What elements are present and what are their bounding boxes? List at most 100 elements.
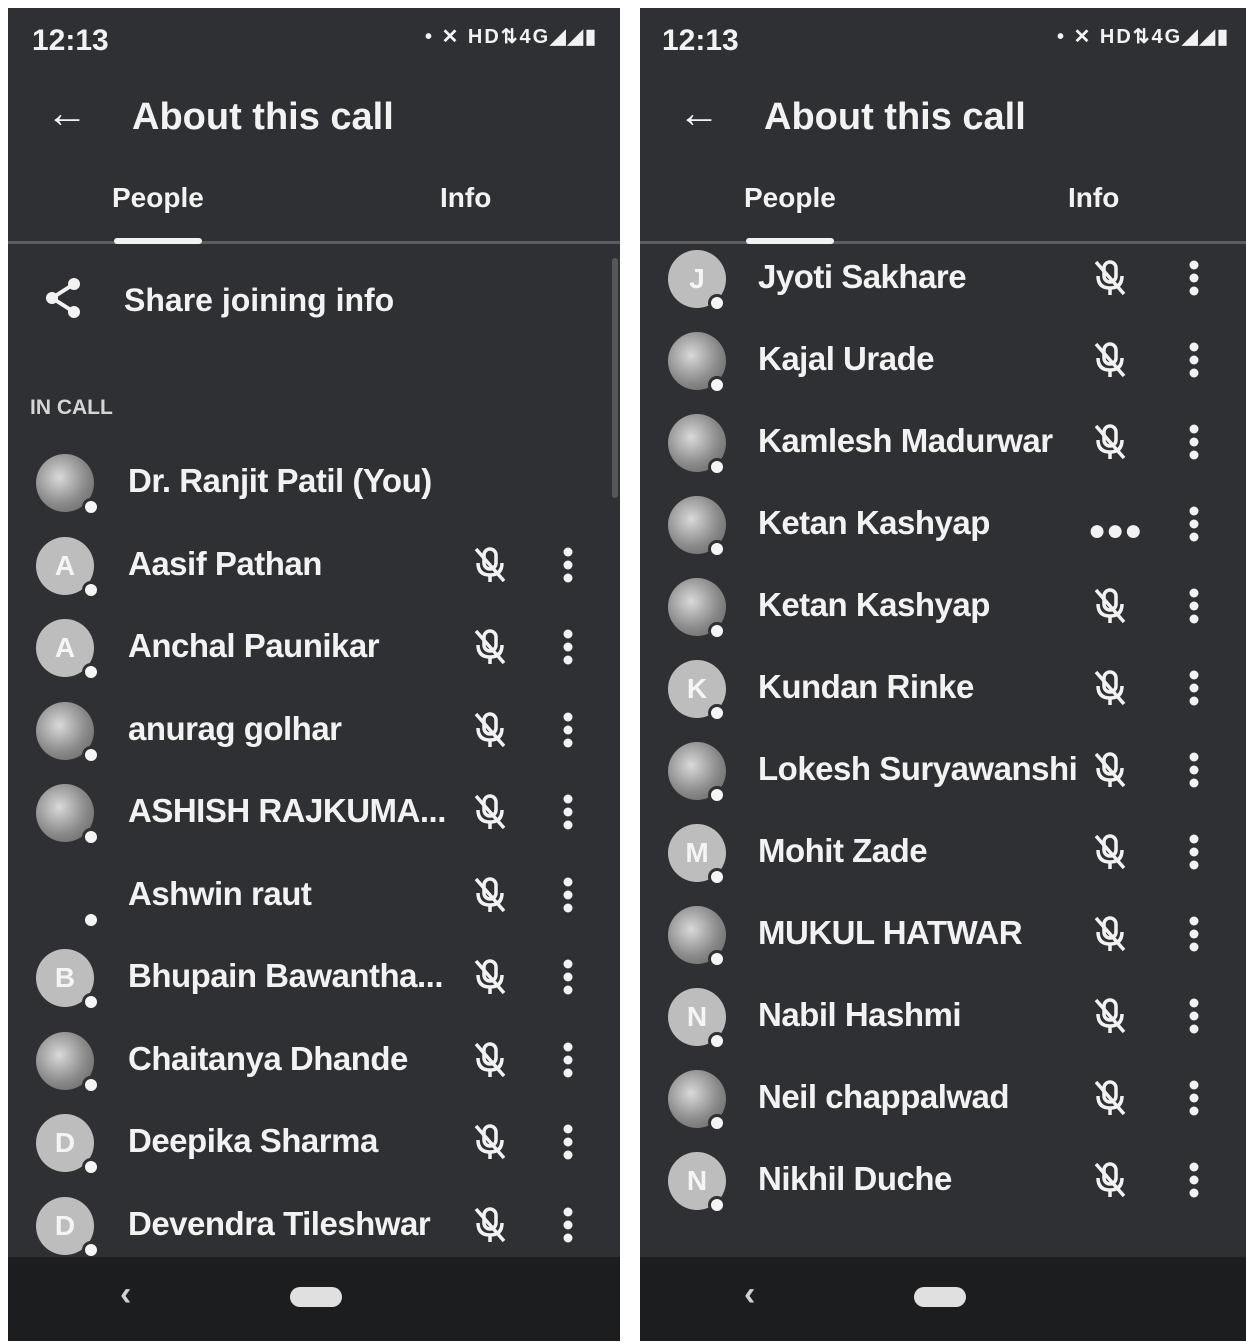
participant-row[interactable]: K Kundan Rinke [640,654,1246,724]
participant-name: Kajal Urade [758,340,935,377]
more-options-icon[interactable] [560,957,576,997]
more-options-icon[interactable] [1186,586,1202,626]
more-options-icon[interactable] [1186,422,1202,462]
participant-row[interactable]: J Jyoti Sakhare [640,244,1246,314]
more-options-icon[interactable] [1186,258,1202,298]
more-options-icon[interactable] [1186,996,1202,1036]
participant-row[interactable]: MUKUL HATWAR [640,900,1246,970]
more-options-icon[interactable] [1186,750,1202,790]
participant-row[interactable]: D Deepika Sharma [8,1108,620,1178]
presence-dot [82,828,100,846]
page-title: About this call [764,96,1026,138]
tab-people[interactable]: People [112,182,204,214]
page-title: About this call [132,96,394,138]
more-options-icon[interactable] [1186,1078,1202,1118]
status-bar: 12:13 • ✕ HD⇅4G◢◢▮ [8,8,620,72]
mic-off-icon [474,876,506,912]
status-time: 12:13 [32,24,109,57]
participant-row[interactable]: N Nikhil Duche [640,1146,1246,1216]
participant-row[interactable]: Neil chappalwad [640,1064,1246,1134]
presence-dot [708,376,726,394]
system-nav-bar: ‹ [640,1257,1246,1341]
participant-row[interactable]: N Nabil Hashmi [640,982,1246,1052]
presence-dot [708,1196,726,1214]
mic-off-icon [1094,424,1126,460]
phone-screen-left: 12:13 • ✕ HD⇅4G◢◢▮ ← About this call Peo… [8,8,620,1341]
mic-off-icon [474,546,506,582]
more-options-icon[interactable] [1186,832,1202,872]
phone-screen-right: 12:13 • ✕ HD⇅4G◢◢▮ ← About this call Peo… [640,8,1246,1341]
app-bar: ← About this call [640,84,1246,154]
more-options-icon[interactable] [1186,668,1202,708]
more-options-icon[interactable] [560,1205,576,1245]
more-options-icon[interactable] [1186,340,1202,380]
mic-off-icon [1094,588,1126,624]
tab-selected-indicator [114,238,202,244]
participant-row[interactable]: A Anchal Paunikar [8,613,620,683]
more-options-icon[interactable] [560,710,576,750]
presence-dot [82,498,100,516]
participant-row[interactable]: anurag golhar [8,696,620,766]
speaking-indicator-icon: ●●● [1088,514,1143,547]
participant-row[interactable]: ASHISH RAJKUMA... [8,778,620,848]
tab-info[interactable]: Info [440,182,491,214]
share-joining-info-button[interactable]: Share joining info [8,276,620,338]
status-indicators: • ✕ HD⇅4G◢◢▮ [425,26,598,48]
status-indicators: • ✕ HD⇅4G◢◢▮ [1057,26,1230,48]
nav-home-pill[interactable] [914,1287,966,1307]
more-options-icon[interactable] [1186,1160,1202,1200]
more-options-icon[interactable] [560,792,576,832]
status-bar: 12:13 • ✕ HD⇅4G◢◢▮ [640,8,1246,72]
participant-name: Lokesh Suryawanshi [758,750,1078,787]
participant-row[interactable]: Ketan Kashyap [640,572,1246,642]
mic-off-icon [1094,1162,1126,1198]
system-nav-bar: ‹ [8,1257,620,1341]
participant-row[interactable]: A Aasif Pathan [8,531,620,601]
more-options-icon[interactable] [560,875,576,915]
presence-dot [708,950,726,968]
more-options-icon[interactable] [560,627,576,667]
participant-name: Jyoti Sakhare [758,258,967,295]
mic-off-icon [1094,260,1126,296]
participant-name: MUKUL HATWAR [758,914,1023,951]
mic-off-icon [474,711,506,747]
participant-row[interactable]: Dr. Ranjit Patil (You) [8,448,620,518]
participant-row[interactable]: M Mohit Zade [640,818,1246,888]
participant-row[interactable]: Ketan Kashyap ●●● [640,490,1246,560]
more-options-icon[interactable] [560,1040,576,1080]
participant-row[interactable]: Ashwin raut [8,861,620,931]
more-options-icon[interactable] [1186,504,1202,544]
more-options-icon[interactable] [560,545,576,585]
more-options-icon[interactable] [560,1122,576,1162]
tab-people[interactable]: People [744,182,836,214]
presence-dot [82,1075,100,1094]
presence-dot [82,1158,100,1176]
participant-name: Ashwin raut [128,874,312,912]
participant-name: Ketan Kashyap [758,504,990,541]
section-in-call: IN CALL [30,396,113,419]
participant-row[interactable]: Chaitanya Dhande [8,1026,620,1096]
presence-dot [708,540,726,558]
participant-row[interactable]: Kamlesh Madurwar [640,408,1246,478]
presence-dot [708,1032,726,1050]
participant-name: Mohit Zade [758,832,928,869]
participant-name: Aasif Pathan [128,544,322,582]
mic-off-icon [1094,1080,1126,1116]
participant-row[interactable]: Kajal Urade [640,326,1246,396]
tab-info[interactable]: Info [1068,182,1119,214]
nav-back-icon[interactable]: ‹ [744,1275,755,1314]
back-arrow-icon[interactable]: ← [678,92,720,134]
participant-row[interactable]: Lokesh Suryawanshi [640,736,1246,806]
nav-back-icon[interactable]: ‹ [120,1275,131,1314]
participant-row[interactable]: B Bhupain Bawantha... [8,943,620,1013]
mic-off-icon [1094,834,1126,870]
participant-name: Chaitanya Dhande [128,1039,408,1077]
mic-off-icon [1094,670,1126,706]
participant-name: ASHISH RAJKUMA... [128,792,446,829]
back-arrow-icon[interactable]: ← [46,92,88,134]
more-options-icon[interactable] [1186,914,1202,954]
presence-dot [82,1240,100,1259]
participant-row[interactable]: D Devendra Tileshwar [8,1191,620,1261]
nav-home-pill[interactable] [290,1287,342,1307]
participant-name: Anchal Paunikar [128,627,380,664]
